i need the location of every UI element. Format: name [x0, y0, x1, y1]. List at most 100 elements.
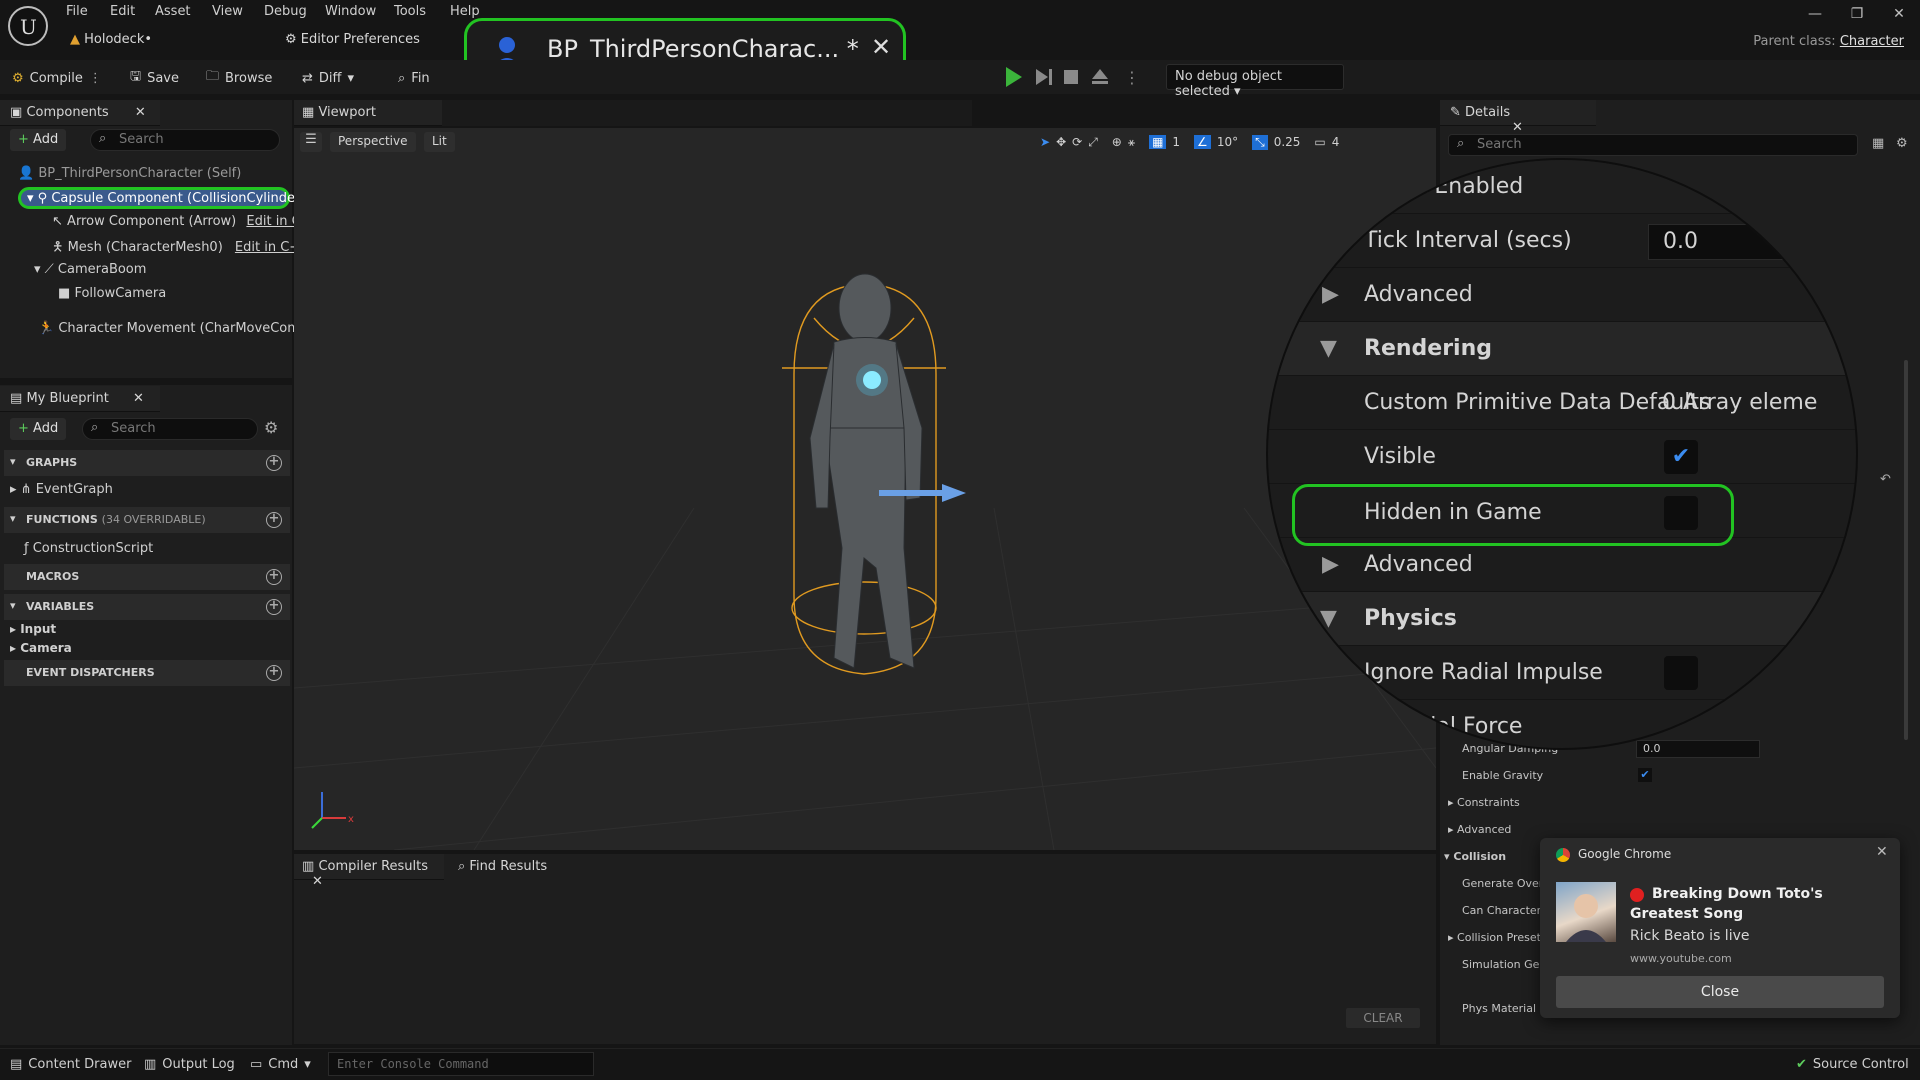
camera-speed-value[interactable]: 4 — [1332, 135, 1340, 149]
component-item-cameraboom[interactable]: ▾ ⟋ CameraBoom — [34, 262, 146, 277]
variables-section[interactable]: ▾ VARIABLES + — [4, 594, 290, 620]
add-macro-icon[interactable]: + — [266, 569, 282, 585]
restore-icon[interactable]: ❐ — [1842, 6, 1872, 26]
component-item-capsule[interactable]: ▾ ⚲ Capsule Component (CollisionCylinder… — [18, 187, 305, 209]
camera-speed-icon[interactable]: ▭ — [1314, 135, 1325, 149]
menu-view[interactable]: View — [212, 4, 243, 19]
components-search-input[interactable]: ⌕ Search — [90, 129, 280, 151]
save-button[interactable]: 🖫 Save — [130, 67, 179, 89]
enable-gravity-checkbox[interactable]: ✔ — [1638, 768, 1652, 782]
unreal-logo-icon[interactable]: U — [8, 6, 48, 46]
source-control-button[interactable]: ✔ Source Control — [1796, 1057, 1909, 1072]
viewport-menu-icon[interactable]: ☰ — [300, 132, 322, 152]
variable-category-camera[interactable]: ▸ Camera — [10, 641, 72, 655]
scale-snap-icon[interactable]: ⤡ — [1252, 134, 1268, 150]
surface-snap-icon[interactable]: ⚹ — [1128, 135, 1135, 150]
scale-tool-icon[interactable]: ⤢ — [1088, 135, 1098, 150]
add-graph-icon[interactable]: + — [266, 455, 282, 471]
ignore-radial-impulse-checkbox[interactable] — [1664, 656, 1698, 690]
collision-section[interactable]: ▾ Collision — [1444, 850, 1544, 863]
move-tool-icon[interactable]: ✥ — [1056, 135, 1066, 149]
macros-section[interactable]: MACROS + — [4, 564, 290, 590]
perspective-button[interactable]: Perspective — [330, 132, 416, 152]
constraints-row[interactable]: ▸ Constraints — [1448, 796, 1520, 809]
chrome-notification[interactable]: Google Chrome ✕ Breaking Down Toto's Gre… — [1540, 838, 1900, 1018]
grid-snap-icon[interactable]: ▦ — [1149, 135, 1167, 149]
hidden-in-game-checkbox[interactable] — [1664, 496, 1698, 530]
variable-category-input[interactable]: ▸ Input — [10, 622, 56, 636]
lit-button[interactable]: Lit — [424, 132, 455, 152]
console-command-input[interactable]: Enter Console Command — [328, 1052, 594, 1076]
menu-asset[interactable]: Asset — [155, 4, 191, 19]
physics-section[interactable]: ▼ Physics — [1268, 592, 1856, 646]
component-item-mesh[interactable]: 🯅 Mesh (CharacterMesh0) Edit in C++ — [52, 238, 311, 260]
editor-preferences-tab[interactable]: ⚙ Editor Preferences — [285, 32, 420, 54]
rotation-snap-icon[interactable]: ∠ — [1194, 135, 1211, 149]
close-tab-icon[interactable]: ✕ — [135, 105, 146, 120]
output-log-button[interactable]: ▥ Output Log — [144, 1057, 235, 1072]
clear-button[interactable]: CLEAR — [1346, 1008, 1420, 1028]
details-search-input[interactable]: ⌕ Search — [1448, 134, 1858, 156]
tick-interval-field[interactable]: 0.0 — [1648, 224, 1848, 260]
menu-edit[interactable]: Edit — [110, 4, 135, 19]
project-tab[interactable]: ▲ Holodeck• — [70, 32, 152, 54]
diff-button[interactable]: ⇄ Diff ▾ — [302, 67, 354, 89]
debug-object-select[interactable]: No debug object selected ▾ — [1166, 64, 1344, 99]
advanced-row[interactable]: ▸ Advanced — [1448, 823, 1511, 836]
add-variable-icon[interactable]: + — [266, 599, 282, 615]
find-results-tab[interactable]: ⌕ Find Results — [450, 854, 570, 880]
notification-close-button[interactable]: Close — [1556, 976, 1884, 1008]
close-tab-icon[interactable]: ✕ — [312, 874, 323, 889]
advanced-row-1[interactable]: ▶ Advanced — [1268, 268, 1856, 322]
world-local-icon[interactable]: ⊕ — [1112, 135, 1122, 149]
browse-button[interactable]: 🗀 Browse — [206, 67, 272, 89]
scale-snap-value[interactable]: 0.25 — [1274, 135, 1301, 149]
blueprint-search-input[interactable]: ⌕ Search — [82, 418, 258, 440]
component-item-followcamera[interactable]: ■ FollowCamera — [58, 286, 166, 301]
component-item-arrow[interactable]: ↖ Arrow Component (Arrow) Edit in C++ — [52, 214, 323, 229]
select-tool-icon[interactable]: ➤ — [1040, 135, 1050, 149]
component-item-charmove[interactable]: 🏃 Character Movement (CharMoveComp) — [38, 321, 313, 336]
my-blueprint-tab[interactable]: ▤ My Blueprint ✕ — [0, 386, 160, 412]
reset-icon[interactable]: ↶ — [1880, 472, 1891, 487]
find-button[interactable]: ⌕ Fin — [398, 67, 430, 89]
rotation-snap-value[interactable]: 10° — [1217, 135, 1238, 149]
viewport-canvas[interactable]: x — [294, 128, 1436, 850]
close-tab-icon[interactable]: ✕ — [1512, 120, 1523, 135]
gear-icon[interactable]: ⚙ — [1896, 136, 1908, 151]
construction-script-item[interactable]: ƒ ConstructionScript — [24, 541, 153, 556]
components-tab[interactable]: ▣ Components ✕ — [0, 100, 160, 126]
close-tab-icon[interactable]: ✕ — [133, 391, 144, 406]
rendering-section[interactable]: ▼ Rendering — [1268, 322, 1856, 376]
rotate-tool-icon[interactable]: ⟳ — [1072, 135, 1082, 149]
content-drawer-button[interactable]: ▤ Content Drawer — [10, 1057, 131, 1072]
menu-file[interactable]: File — [66, 4, 88, 19]
graphs-section[interactable]: ▾ GRAPHS + — [4, 450, 290, 476]
add-function-icon[interactable]: + — [266, 512, 282, 528]
menu-debug[interactable]: Debug — [264, 4, 307, 19]
event-graph-item[interactable]: ▸ ⋔ EventGraph — [10, 482, 113, 497]
functions-section[interactable]: ▾ FUNCTIONS (34 OVERRIDABLE) + — [4, 507, 290, 533]
add-dispatcher-icon[interactable]: + — [266, 665, 282, 681]
table-view-icon[interactable]: ▦ — [1872, 136, 1884, 151]
compiler-results-tab[interactable]: ▥ Compiler Results ✕ — [294, 854, 444, 889]
compile-button[interactable]: ⚙ Compile ⋮ — [12, 67, 102, 89]
components-add-button[interactable]: + Add — [10, 129, 67, 151]
menu-window[interactable]: Window — [325, 4, 376, 19]
compile-options-icon[interactable]: ⋮ — [89, 71, 102, 86]
viewport-tab[interactable]: ▦ Viewport — [294, 100, 442, 126]
collision-preset-row[interactable]: ▸ Collision Preset — [1448, 931, 1541, 944]
close-window-icon[interactable]: ✕ — [1884, 6, 1914, 26]
parent-class-link[interactable]: Character — [1840, 34, 1904, 49]
visible-checkbox[interactable]: ✔ — [1664, 440, 1698, 474]
menu-help[interactable]: Help — [450, 4, 480, 19]
event-dispatchers-section[interactable]: EVENT DISPATCHERS + — [4, 660, 290, 686]
gear-icon[interactable]: ⚙ — [264, 418, 278, 437]
minimize-icon[interactable]: — — [1800, 6, 1830, 26]
component-item-self[interactable]: 👤 BP_ThirdPersonCharacter (Self) — [18, 166, 241, 181]
details-scrollbar[interactable] — [1904, 360, 1908, 740]
details-tab[interactable]: ✎ Details ✕ — [1440, 100, 1596, 135]
cmd-button[interactable]: ▭ Cmd ▾ — [250, 1057, 311, 1072]
close-notification-icon[interactable]: ✕ — [1876, 844, 1888, 860]
advanced-row-2[interactable]: ▶ Advanced — [1268, 538, 1856, 592]
